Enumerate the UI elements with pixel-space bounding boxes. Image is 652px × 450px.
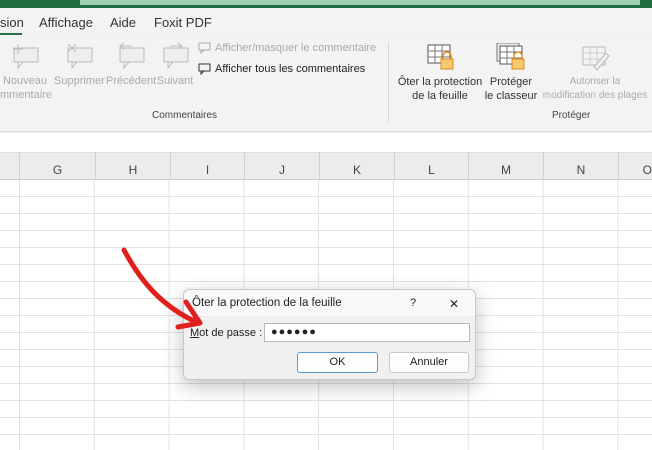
delete-comment-icon	[67, 43, 93, 70]
tab-aide[interactable]: Aide	[110, 15, 136, 30]
column-header-j[interactable]: J	[244, 153, 319, 180]
sheet-lock-icon	[427, 44, 454, 70]
unprotect-sheet-dialog: Ôter la protection de la feuille ? ✕ Mot…	[183, 289, 476, 380]
comments-icon	[198, 63, 211, 75]
column-header-o[interactable]: O	[618, 153, 652, 180]
column-header-h[interactable]: H	[95, 153, 170, 180]
unprotect-sheet-button[interactable]: Ôter la protection de la feuille	[395, 43, 485, 103]
tab-foxit-pdf[interactable]: Foxit PDF	[154, 15, 212, 30]
comment-icon	[198, 42, 211, 54]
ok-button[interactable]: OK	[297, 352, 378, 373]
previous-comment-icon	[118, 42, 145, 70]
column-header-n[interactable]: N	[543, 153, 618, 180]
edit-ranges-icon	[582, 46, 610, 71]
new-comment-button[interactable]: Nouveau mmentaire	[0, 42, 52, 102]
protect-workbook-button[interactable]: Protéger le classeur	[484, 43, 538, 103]
tab-affichage[interactable]: Affichage	[39, 15, 93, 30]
password-input[interactable]: ●●●●●●	[264, 323, 470, 342]
ribbon-tabs: sion Affichage Aide Foxit PDF	[0, 8, 652, 36]
show-hide-comment-button[interactable]: Afficher/masquer le commentaire	[198, 42, 376, 54]
title-bar	[0, 0, 652, 8]
formula-bar[interactable]	[0, 133, 652, 153]
password-label: Mot de passe :	[190, 327, 263, 339]
column-header-g[interactable]: G	[19, 153, 95, 180]
close-icon[interactable]: ✕	[449, 297, 459, 311]
new-comment-icon	[13, 44, 39, 70]
show-all-comments-button[interactable]: Afficher tous les commentaires	[198, 63, 365, 75]
dialog-title: Ôter la protection de la feuille	[192, 297, 342, 309]
column-header-l[interactable]: L	[394, 153, 468, 180]
column-header-m[interactable]: M	[468, 153, 543, 180]
allow-edit-ranges-button[interactable]: Autoriser la modification des plages	[538, 43, 652, 103]
comments-group-label: Commentaires	[152, 110, 218, 121]
delete-comment-button[interactable]: Supprimer	[54, 42, 105, 88]
help-button[interactable]: ?	[410, 297, 416, 309]
workbook-lock-icon	[496, 43, 525, 70]
cancel-button[interactable]: Annuler	[389, 352, 469, 373]
protect-group-label: Protéger	[552, 110, 591, 121]
next-comment-button[interactable]: Suivant	[156, 42, 194, 88]
column-headers: G H I J K L M N O	[0, 153, 652, 180]
ribbon: Nouveau mmentaire Supprimer Précédent Sui…	[0, 36, 652, 132]
next-comment-icon	[163, 42, 189, 70]
column-header-k[interactable]: K	[319, 153, 394, 180]
column-header-i[interactable]: I	[170, 153, 244, 180]
tab-revision[interactable]: sion	[0, 15, 24, 35]
dialog-title-bar: Ôter la protection de la feuille ? ✕	[184, 290, 475, 316]
group-divider	[388, 42, 389, 122]
search-box[interactable]	[80, 0, 640, 5]
previous-comment-button[interactable]: Précédent	[106, 42, 156, 88]
